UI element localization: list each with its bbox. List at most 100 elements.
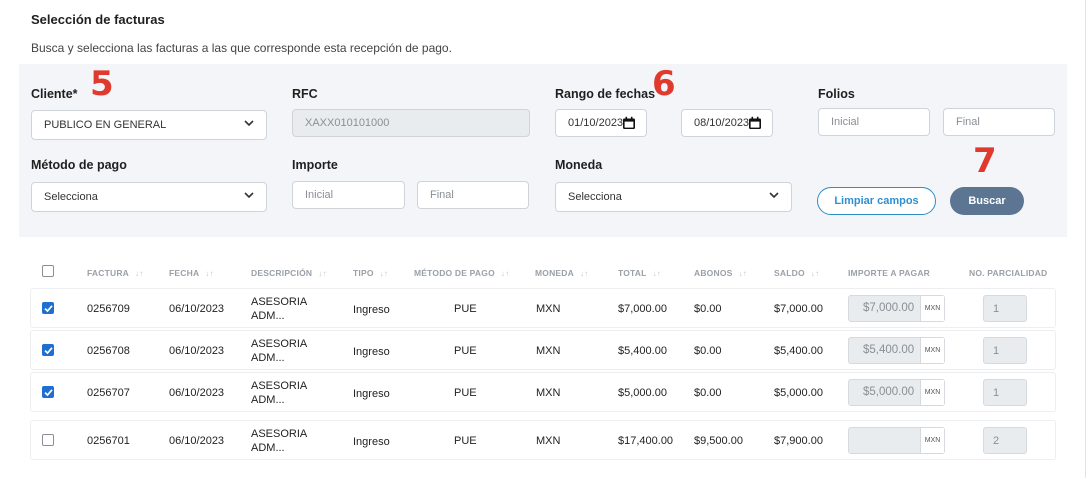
calendar-icon[interactable]: [748, 116, 762, 130]
currency-value: Selecciona: [568, 191, 622, 203]
amount-to-pay-field[interactable]: $7,000.00 MXN: [848, 295, 945, 322]
rfc-value: XAXX010101000: [305, 117, 390, 129]
sort-icon[interactable]: ↓↑: [318, 269, 326, 278]
currency: MXN: [536, 303, 561, 315]
amount-to-pay-field[interactable]: $5,000.00 MXN: [848, 379, 945, 406]
amount-to-pay-value: $7,000.00: [863, 302, 915, 314]
rfc-field: XAXX010101000: [292, 109, 530, 137]
column-header-abonos[interactable]: ABONOS ↓↑: [694, 268, 747, 278]
folio-to-input[interactable]: Final: [943, 108, 1055, 136]
checkmark-icon: [44, 389, 53, 397]
sort-icon[interactable]: ↓↑: [501, 269, 509, 278]
sort-icon[interactable]: ↓↑: [811, 269, 819, 278]
invoice-number: 0256708: [87, 345, 130, 357]
clear-fields-button[interactable]: Limpiar campos: [817, 187, 936, 215]
amount-from-placeholder: Inicial: [305, 189, 334, 201]
balance-amount: $5,400.00: [774, 345, 823, 357]
paid-amount: $0.00: [694, 303, 722, 315]
sort-icon[interactable]: ↓↑: [205, 269, 213, 278]
sort-icon[interactable]: ↓↑: [653, 269, 661, 278]
table-header: FACTURA ↓↑ FECHA ↓↑ DESCRIPCIÓN ↓↑ TIPO ↓↑ M…: [19, 258, 1067, 288]
column-header-total[interactable]: TOTAL ↓↑: [618, 268, 661, 278]
date-to-input[interactable]: 08/10/2023: [681, 109, 773, 137]
amount-currency-tag: MXN: [920, 296, 944, 321]
annotation-marker-7: 7: [973, 141, 997, 181]
currency: MXN: [536, 435, 561, 447]
column-header-metodo[interactable]: MÉTODO DE PAGO ↓↑: [414, 268, 509, 278]
amount-currency-tag: MXN: [920, 428, 944, 453]
search-button[interactable]: Buscar: [950, 187, 1024, 215]
invoice-type: Ingreso: [353, 436, 390, 448]
sort-icon[interactable]: ↓↑: [580, 269, 588, 278]
invoice-number: 0256701: [87, 435, 130, 447]
payment-method: PUE: [454, 387, 477, 399]
payment-method-label: Método de pago: [31, 158, 127, 172]
rfc-label: RFC: [292, 87, 318, 101]
currency-label: Moneda: [555, 158, 603, 172]
paid-amount: $0.00: [694, 387, 722, 399]
date-range-label: Rango de fechas: [555, 87, 656, 101]
currency-select[interactable]: Selecciona: [555, 182, 792, 212]
table-row[interactable]: 0256709 06/10/2023 ASESORIA ADM... Ingreso PU…: [30, 288, 1056, 328]
sort-icon[interactable]: ↓↑: [135, 269, 143, 278]
checkmark-icon: [44, 347, 53, 355]
invoice-date: 06/10/2023: [169, 345, 225, 357]
payment-method-select[interactable]: Selecciona: [31, 182, 267, 212]
date-from-input[interactable]: 01/10/2023: [555, 109, 647, 137]
invoice-date: 06/10/2023: [169, 435, 225, 447]
row-checkbox[interactable]: [42, 344, 54, 356]
amount-from-input[interactable]: Inicial: [292, 181, 405, 209]
folio-from-input[interactable]: Inicial: [818, 108, 930, 136]
row-checkbox[interactable]: [42, 302, 54, 314]
column-header-saldo[interactable]: SALDO ↓↑: [774, 268, 819, 278]
total-amount: $17,400.00: [618, 435, 674, 447]
installment-number-field: 1: [983, 379, 1027, 406]
amount-currency-tag: MXN: [920, 380, 944, 405]
calendar-icon[interactable]: [622, 116, 636, 130]
column-header-parcialidad: NO. PARCIALIDAD: [969, 268, 1048, 278]
balance-amount: $7,900.00: [774, 435, 823, 447]
amount-to-pay-field[interactable]: MXN: [848, 427, 945, 454]
sort-icon[interactable]: ↓↑: [380, 269, 388, 278]
invoice-description: ASESORIA ADM...: [251, 428, 308, 454]
column-header-factura[interactable]: FACTURA ↓↑: [87, 268, 143, 278]
amount-label: Importe: [292, 158, 338, 172]
invoice-number: 0256707: [87, 387, 130, 399]
column-header-fecha[interactable]: FECHA ↓↑: [169, 268, 214, 278]
sort-icon[interactable]: ↓↑: [739, 269, 747, 278]
invoice-type: Ingreso: [353, 388, 390, 400]
invoice-type: Ingreso: [353, 304, 390, 316]
payment-method-value: Selecciona: [44, 191, 98, 203]
invoice-description: ASESORIA ADM...: [251, 380, 308, 406]
table-row[interactable]: 0256707 06/10/2023 ASESORIA ADM... Ingreso PU…: [30, 372, 1056, 412]
paid-amount: $9,500.00: [694, 435, 743, 447]
folio-from-placeholder: Inicial: [831, 116, 860, 128]
total-amount: $5,000.00: [618, 387, 667, 399]
client-select[interactable]: PUBLICO EN GENERAL: [31, 110, 267, 140]
client-select-value: PUBLICO EN GENERAL: [44, 119, 167, 131]
folios-label: Folios: [818, 87, 855, 101]
column-header-tipo[interactable]: TIPO ↓↑: [353, 268, 388, 278]
table-row[interactable]: 0256701 06/10/2023 ASESORIA ADM... Ingreso PU…: [30, 420, 1056, 460]
page-title: Selección de facturas: [31, 12, 165, 27]
column-header-descripcion[interactable]: DESCRIPCIÓN ↓↑: [251, 268, 327, 278]
amount-to-input[interactable]: Final: [417, 181, 529, 209]
total-amount: $7,000.00: [618, 303, 667, 315]
amount-to-pay-value: $5,000.00: [863, 386, 915, 398]
row-checkbox[interactable]: [42, 434, 54, 446]
date-from-value: 01/10/2023: [568, 117, 624, 129]
column-header-moneda[interactable]: MONEDA ↓↑: [535, 268, 588, 278]
folio-to-placeholder: Final: [956, 116, 980, 128]
installment-number-field: 1: [983, 337, 1027, 364]
client-label: Cliente*: [31, 87, 78, 101]
invoice-description: ASESORIA ADM...: [251, 338, 308, 364]
row-checkbox[interactable]: [42, 386, 54, 398]
annotation-marker-6: 6: [652, 64, 676, 104]
invoice-description: ASESORIA ADM...: [251, 296, 308, 322]
table-row[interactable]: 0256708 06/10/2023 ASESORIA ADM... Ingreso PU…: [30, 330, 1056, 370]
balance-amount: $5,000.00: [774, 387, 823, 399]
amount-to-pay-field[interactable]: $5,400.00 MXN: [848, 337, 945, 364]
page-subtitle: Busca y selecciona las facturas a las qu…: [31, 41, 452, 55]
invoice-date: 06/10/2023: [169, 387, 225, 399]
chevron-down-icon: [769, 192, 779, 199]
